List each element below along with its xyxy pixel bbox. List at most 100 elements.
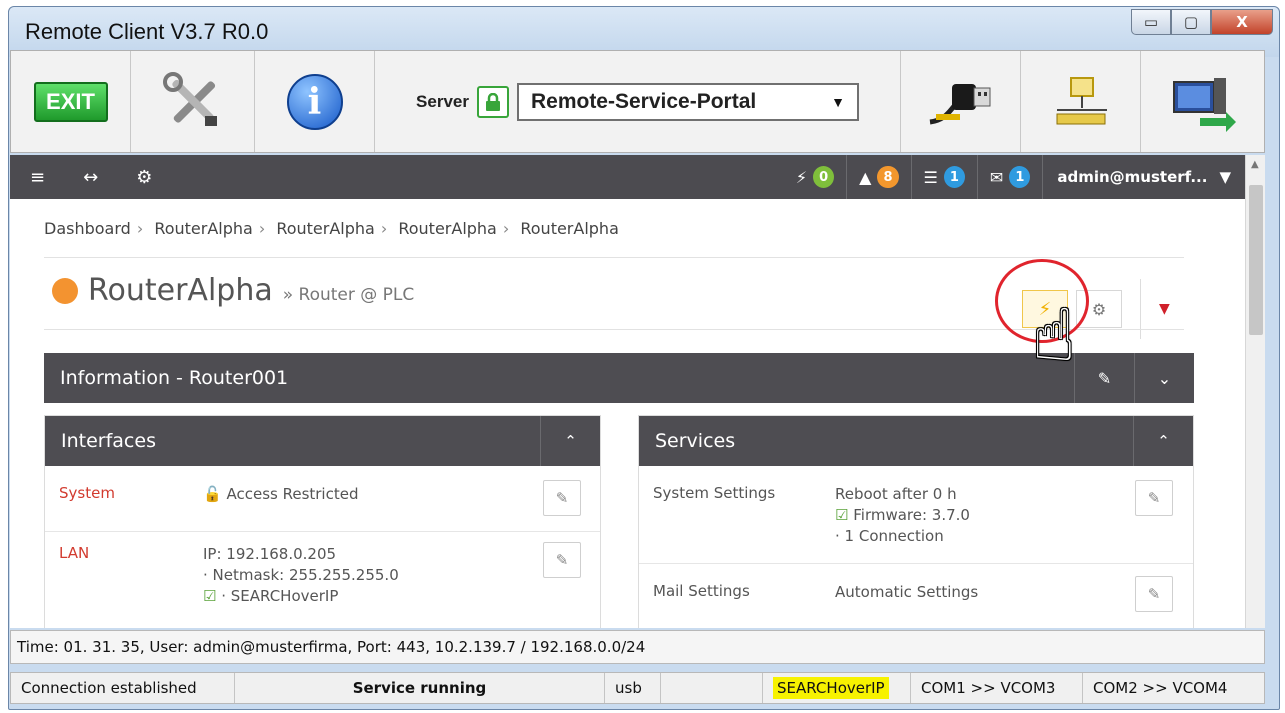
page-subtitle: » Router @ PLC (282, 285, 415, 305)
edit-button[interactable]: ✎ (1135, 480, 1173, 516)
interface-value: · Netmask: 255.255.255.0 (203, 566, 399, 584)
server-select[interactable]: Remote-Service-Portal ▼ (516, 82, 859, 121)
arrows-icon[interactable]: ↔ (83, 167, 98, 188)
service-key: Mail Settings (653, 582, 750, 600)
breadcrumb-item[interactable]: RouterAlpha (154, 219, 253, 238)
interface-value: IP: 192.168.0.205 (203, 545, 337, 563)
network-device-icon[interactable] (1051, 74, 1111, 130)
interface-value: · SEARCHoverIP (221, 587, 339, 605)
edit-button[interactable]: ✎ (543, 542, 581, 578)
breadcrumb-item[interactable]: Dashboard (44, 219, 131, 238)
divider (1140, 279, 1141, 339)
status-connection: Connection established (11, 673, 235, 703)
information-section-header: Information - Router001 ✎ ⌄ (44, 353, 1194, 403)
interface-value: Access Restricted (226, 485, 359, 503)
info-cell: i (255, 51, 375, 152)
caret-down-icon: ▼ (1219, 168, 1231, 186)
tools-icon[interactable] (161, 71, 225, 132)
usb-plug-icon[interactable] (926, 74, 996, 130)
status-com2: COM2 >> VCOM4 (1093, 679, 1228, 697)
breadcrumb-item[interactable]: RouterAlpha (520, 219, 619, 238)
settings-icon[interactable]: ⚙ (136, 167, 152, 188)
service-value: Automatic Settings (835, 583, 979, 601)
scroll-up-icon[interactable]: ▲ (1251, 159, 1259, 170)
maximize-button[interactable]: ▢ (1171, 9, 1211, 35)
info-button[interactable]: i (286, 73, 343, 130)
server-count-badge: 1 (943, 166, 965, 188)
user-name: admin@musterf... (1057, 168, 1208, 186)
scrollbar-thumb[interactable] (1249, 185, 1263, 335)
edit-button[interactable]: ✎ (1135, 576, 1173, 612)
window-controls: ▭ ▢ X (1131, 9, 1273, 35)
status-usb: usb (605, 673, 661, 703)
user-menu[interactable]: admin@musterf... ▼ (1042, 155, 1245, 199)
warning-icon: ▲ (859, 167, 872, 187)
main-toolbar: EXIT i Server Remote-Service-Portal ▼ (10, 50, 1265, 153)
service-key: System Settings (653, 484, 776, 502)
edit-icon: ✎ (1147, 489, 1161, 507)
status-blank (661, 673, 763, 703)
info-line: Time: 01. 31. 35, User: admin@musterfirm… (10, 630, 1265, 664)
close-button[interactable]: X (1211, 9, 1273, 35)
bolt-icon: ⚡ (795, 167, 808, 187)
collapse-down-icon[interactable]: ⌄ (1134, 353, 1194, 403)
breadcrumb: Dashboard › RouterAlpha › RouterAlpha › Rou… (44, 219, 619, 238)
unlock-icon: 🔓 (203, 485, 222, 503)
actions-caret-icon[interactable]: ▼ (1159, 301, 1170, 317)
server-select-value: Remote-Service-Portal (530, 89, 757, 113)
interface-key[interactable]: System (59, 484, 115, 502)
servers-indicator[interactable]: ☰ 1 (910, 155, 977, 199)
network-cell (1021, 51, 1141, 152)
check-icon: ☑ (203, 587, 217, 605)
connections-indicator[interactable]: ⚡ 0 (784, 155, 846, 199)
window-title: Remote Client V3.7 R0.0 (25, 19, 269, 44)
mail-count-badge: 1 (1009, 166, 1031, 188)
divider (44, 257, 1184, 258)
service-value: Reboot after 0 h (835, 485, 957, 503)
menu-icon[interactable]: ≡ (30, 167, 45, 188)
edit-icon: ✎ (1147, 585, 1161, 603)
services-panel: Services ⌃ System Settings Reboot after … (638, 415, 1194, 628)
pointer-hand-icon: ☝ (1032, 293, 1076, 377)
service-value: · 1 Connection (835, 527, 944, 545)
collapse-up-icon[interactable]: ⌃ (540, 416, 600, 466)
lock-icon[interactable] (476, 85, 509, 118)
warnings-indicator[interactable]: ▲ 8 (846, 155, 910, 199)
interfaces-panel-header: Interfaces ⌃ (45, 416, 600, 466)
vertical-scrollbar[interactable]: ▲ (1245, 155, 1265, 628)
interfaces-panel: Interfaces ⌃ System 🔓 Access Restricted … (44, 415, 601, 628)
interface-row-lan: LAN IP: 192.168.0.205 · Netmask: 255.255… (45, 532, 600, 628)
status-dot-icon (52, 278, 78, 304)
status-bar: Connection established Service running u… (10, 672, 1265, 704)
exit-cell: EXIT (11, 51, 131, 152)
bolt-count-badge: 0 (813, 166, 835, 188)
edit-icon[interactable]: ✎ (1074, 353, 1134, 403)
warning-count-badge: 8 (877, 166, 899, 188)
collapse-up-icon[interactable]: ⌃ (1133, 416, 1193, 466)
status-service: Service running (235, 673, 605, 703)
service-row-system-settings: System Settings Reboot after 0 h ☑ Firmw… (639, 466, 1193, 564)
messages-indicator[interactable]: ✉ 1 (976, 155, 1042, 199)
information-title: Information - Router001 (60, 367, 289, 389)
minimize-button[interactable]: ▭ (1131, 9, 1171, 35)
chevron-down-icon: ▼ (831, 93, 845, 110)
breadcrumb-item[interactable]: RouterAlpha (398, 219, 497, 238)
check-icon: ☑ (835, 506, 849, 524)
page-header: RouterAlpha » Router @ PLC (52, 273, 414, 308)
remote-desktop-icon[interactable] (1170, 72, 1236, 132)
exit-button[interactable]: EXIT (33, 81, 108, 122)
remote-desktop-cell (1141, 51, 1264, 152)
breadcrumb-item[interactable]: RouterAlpha (276, 219, 375, 238)
server-list-icon: ☰ (923, 167, 938, 187)
status-search: SEARCHoverIP (763, 673, 911, 703)
gears-icon: ⚙ (1091, 299, 1107, 319)
status-com1: COM1 >> VCOM3 (911, 673, 1083, 703)
edit-button[interactable]: ✎ (543, 480, 581, 516)
service-value: Firmware: 3.7.0 (853, 506, 970, 524)
page-title: RouterAlpha (88, 273, 273, 308)
edit-icon: ✎ (555, 551, 569, 569)
interface-key[interactable]: LAN (59, 544, 89, 562)
service-row-mail-settings: Mail Settings Automatic Settings ✎ (639, 564, 1193, 628)
top-nav-bar: ≡ ↔ ⚙ ⚡ 0 ▲ 8 ☰ 1 ✉ 1 admin@musterf... ▼ (10, 155, 1245, 199)
main-content: Dashboard › RouterAlpha › RouterAlpha › Rou… (10, 199, 1245, 628)
